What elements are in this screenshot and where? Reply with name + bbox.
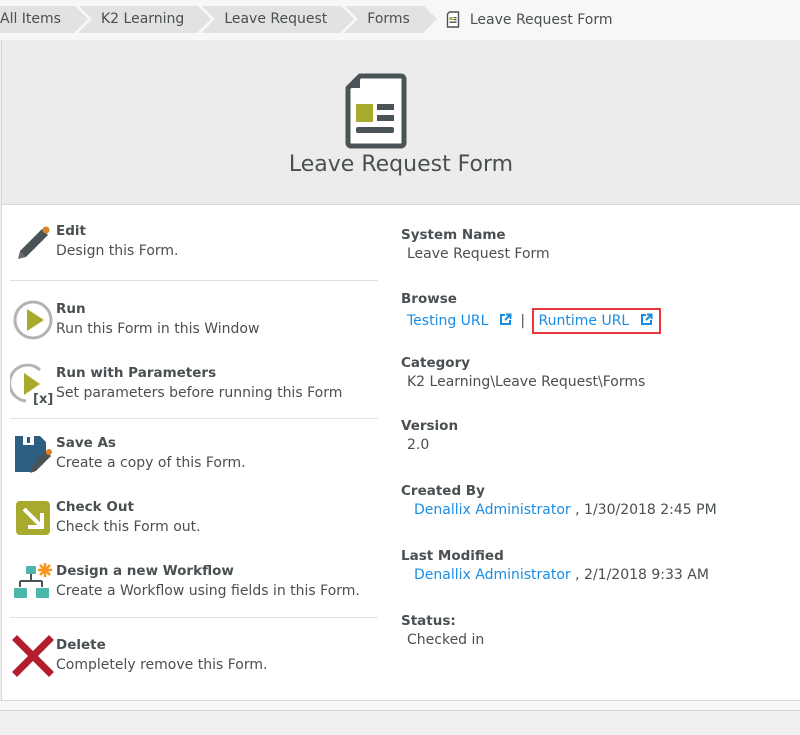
breadcrumb-item-all-items[interactable]: All Items xyxy=(0,6,88,33)
runtime-url-link[interactable]: Runtime URL xyxy=(539,313,653,329)
system-name-label: System Name xyxy=(401,227,506,243)
breadcrumb-current-label: Leave Request Form xyxy=(469,11,613,28)
last-modified-label: Last Modified xyxy=(401,548,504,564)
save-as-description: Create a copy of this Form. xyxy=(56,455,246,471)
actions-list: Edit Design this Form. Run Run this Form… xyxy=(10,205,378,678)
footer-strip xyxy=(0,701,800,711)
breadcrumb: All Items K2 Learning Leave Request Form… xyxy=(0,6,613,33)
save-as-title: Save As xyxy=(56,435,116,451)
version-label: Version xyxy=(401,418,459,434)
edit-title: Edit xyxy=(56,223,86,239)
category-value: K2 Learning\Leave Request\Forms xyxy=(407,374,646,390)
check-out-action[interactable]: Check Out Check this Form out. xyxy=(10,496,378,540)
system-name-property: System Name Leave Request Form xyxy=(401,227,550,262)
run-title: Run xyxy=(56,301,86,317)
pencil-icon xyxy=(18,226,50,259)
category-property: Category K2 Learning\Leave Request\Forms xyxy=(401,355,645,390)
form-icon xyxy=(345,73,407,149)
testing-url-link[interactable]: Testing URL xyxy=(407,313,516,329)
version-property: Version 2.0 xyxy=(401,418,458,453)
delete-description: Completely remove this Form. xyxy=(56,657,268,673)
run-with-parameters-description: Set parameters before running this Form xyxy=(56,385,343,401)
created-by-property: Created By Denallix Administrator , 1/30… xyxy=(401,483,717,518)
runtime-url-highlight: Runtime URL xyxy=(531,308,661,334)
breadcrumb-item-forms[interactable]: Forms xyxy=(345,6,437,33)
system-name-value: Leave Request Form xyxy=(407,246,550,262)
version-value: 2.0 xyxy=(407,437,430,453)
run-with-parameters-action[interactable]: [x] Run with Parameters Set parameters b… xyxy=(10,362,378,406)
form-details-panel: Leave Request Form Edit Design this Form… xyxy=(1,40,800,701)
page-title: Leave Request Form xyxy=(288,152,514,177)
browse-separator: | xyxy=(520,313,526,329)
workflow-icon xyxy=(14,563,52,598)
category-label: Category xyxy=(401,355,471,371)
testing-url-label: Testing URL xyxy=(407,313,489,329)
breadcrumb-item-leave-request[interactable]: Leave Request xyxy=(202,6,355,33)
delete-action[interactable]: Delete Completely remove this Form. xyxy=(10,634,378,678)
run-description: Run this Form in this Window xyxy=(56,321,260,337)
run-action[interactable]: Run Run this Form in this Window xyxy=(10,298,378,342)
save-as-icon xyxy=(15,436,52,473)
run-with-parameters-title: Run with Parameters xyxy=(56,365,217,381)
last-modified-user-link[interactable]: Denallix Administrator xyxy=(414,567,571,583)
breadcrumb-bar: All Items K2 Learning Leave Request Form… xyxy=(0,0,800,40)
breadcrumb-current: Leave Request Form xyxy=(446,6,613,33)
delete-icon xyxy=(12,635,54,677)
save-as-action[interactable]: Save As Create a copy of this Form. xyxy=(10,432,378,476)
edit-description: Design this Form. xyxy=(56,243,179,259)
created-by-user-link[interactable]: Denallix Administrator xyxy=(414,502,571,518)
design-workflow-action[interactable]: Design a new Workflow Create a Workflow … xyxy=(10,560,378,604)
browse-label: Browse xyxy=(401,291,457,307)
created-by-label: Created By xyxy=(401,483,485,499)
browse-property: Browse Testing URL | Runtime URL xyxy=(401,291,661,334)
last-modified-date: , 2/1/2018 9:33 AM xyxy=(575,567,709,583)
runtime-url-label: Runtime URL xyxy=(538,313,630,329)
form-header: Leave Request Form xyxy=(2,40,800,205)
status-property: Status: Checked in xyxy=(401,613,484,648)
external-link-icon xyxy=(640,313,653,325)
delete-title: Delete xyxy=(56,637,106,653)
external-link-icon xyxy=(499,313,512,325)
run-icon xyxy=(13,300,53,340)
design-workflow-description: Create a Workflow using fields in this F… xyxy=(56,583,360,599)
design-workflow-title: Design a new Workflow xyxy=(56,563,234,579)
breadcrumb-item-k2-learning[interactable]: K2 Learning xyxy=(78,6,212,33)
check-out-title: Check Out xyxy=(56,499,134,515)
status-label: Status: xyxy=(401,613,456,629)
run-parameters-icon: [x] xyxy=(10,363,53,406)
status-value: Checked in xyxy=(407,632,485,648)
form-icon xyxy=(446,11,460,28)
edit-action[interactable]: Edit Design this Form. xyxy=(10,220,378,264)
svg-text:[x]: [x] xyxy=(33,392,53,406)
last-modified-property: Last Modified Denallix Administrator , 2… xyxy=(401,548,709,583)
created-by-date: , 1/30/2018 2:45 PM xyxy=(575,502,717,518)
check-out-icon xyxy=(16,501,50,535)
check-out-description: Check this Form out. xyxy=(56,519,201,535)
